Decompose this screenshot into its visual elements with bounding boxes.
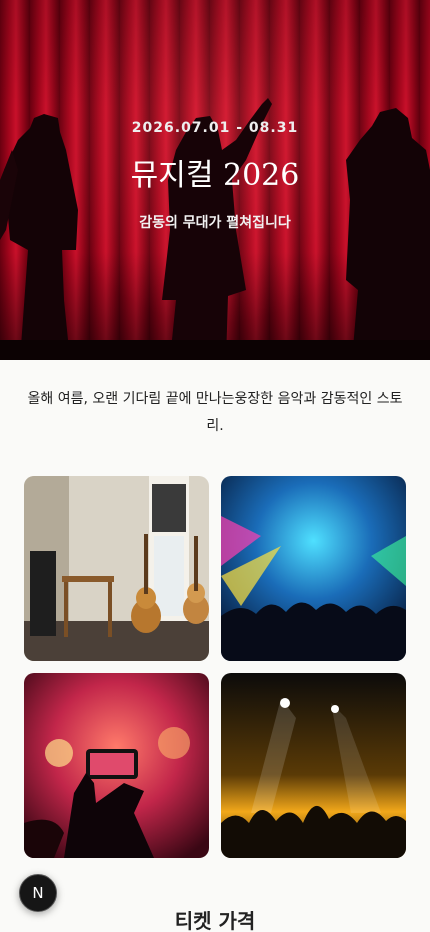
guitar-studio-image (24, 476, 209, 661)
photo-gallery (24, 476, 406, 858)
gallery-tile-concert-crowd[interactable] (221, 476, 406, 661)
gallery-tile-phone-recording[interactable] (24, 673, 209, 858)
page-title: 뮤지컬 2026 (130, 158, 300, 193)
concert-crowd-lights-image (221, 476, 406, 661)
gallery-tile-guitar-studio[interactable] (24, 476, 209, 661)
event-date: 2026.07.01 - 08.31 (131, 120, 299, 136)
gallery-tile-stage-lights[interactable] (221, 673, 406, 858)
hero-subtitle: 감동의 무대가 펼쳐집니다 (139, 215, 291, 231)
intro-text: 올해 여름, 오랜 기다림 끝에 만나는웅장한 음악과 감동적인 스토리. (27, 391, 403, 434)
n-logo-button[interactable]: N (19, 874, 57, 912)
phone-recording-concert-image (24, 673, 209, 858)
ticket-price-heading: 티켓 가격 (174, 909, 256, 932)
stage-lights-crowd-image (221, 673, 406, 858)
hero-banner: 2026.07.01 - 08.31 뮤지컬 2026 감동의 무대가 펼쳐집니… (0, 0, 430, 360)
